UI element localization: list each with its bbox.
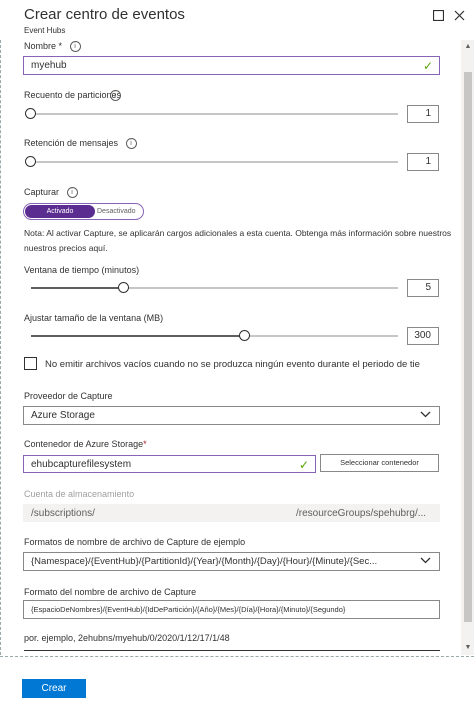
capture-note: Nota: Al activar Capture, se aplicarán c… xyxy=(24,228,452,253)
capture-toggle[interactable]: Activado Desactivado xyxy=(23,203,144,220)
provider-label: Proveedor de Capture xyxy=(24,391,113,401)
retention-value[interactable]: 1 xyxy=(407,153,439,171)
partitions-label: Recuento de particiones i xyxy=(24,90,122,102)
size-window-slider-fill xyxy=(31,335,244,337)
name-label: Nombre * i xyxy=(24,41,81,53)
format-input[interactable]: {EspacioDeNombres}/{EventHub}/{IdDeParti… xyxy=(23,600,440,619)
blade-header: Crear centro de eventos Event Hubs xyxy=(0,0,474,40)
chevron-down-icon xyxy=(420,556,431,567)
capture-off-option[interactable]: Desactivado xyxy=(97,205,143,218)
check-icon: ✓ xyxy=(422,59,433,73)
storage-account-field: /subscriptions/ /resourceGroups/spehubrg… xyxy=(23,504,440,522)
provider-select[interactable]: Azure Storage xyxy=(23,406,440,425)
time-window-slider-fill xyxy=(31,287,123,289)
format-example: por. ejemplo, 2ehubns/myehub/0/2020/1/12… xyxy=(24,633,230,643)
scrollbar-thumb[interactable] xyxy=(464,72,472,622)
size-window-slider-thumb[interactable] xyxy=(238,330,250,341)
format-label: Formato del nombre de archivo de Capture xyxy=(24,587,197,597)
chevron-down-icon xyxy=(420,410,431,421)
example-underline xyxy=(24,650,440,651)
capture-on-option[interactable]: Activado xyxy=(25,205,95,218)
info-icon[interactable]: i xyxy=(69,41,81,53)
container-input[interactable]: ehubcapturefilesystem ✓ xyxy=(23,455,316,473)
time-window-slider-thumb[interactable] xyxy=(117,282,129,293)
time-window-value[interactable]: 5 xyxy=(407,279,439,297)
select-container-button[interactable]: Seleccionar contenedor xyxy=(320,454,439,472)
maximize-icon[interactable] xyxy=(431,8,445,22)
time-window-label: Ventana de tiempo (minutos) xyxy=(24,265,140,275)
retention-slider-thumb[interactable] xyxy=(25,156,36,167)
size-window-label: Ajustar tamaño de la ventana (MB) xyxy=(24,313,164,323)
retention-label: Retención de mensajes i xyxy=(24,138,137,150)
retention-slider-track[interactable] xyxy=(31,161,398,163)
format-sample-label: Formatos de nombre de archivo de Capture… xyxy=(24,537,246,547)
capture-label: Capturar i xyxy=(24,187,78,199)
empty-files-label: No emitir archivos vacíos cuando no se p… xyxy=(45,359,420,370)
check-icon: ✓ xyxy=(298,458,309,472)
page-title: Crear centro de eventos xyxy=(24,6,185,23)
size-window-value[interactable]: 300 xyxy=(407,327,439,345)
name-input[interactable]: myehub ✓ xyxy=(23,56,440,75)
info-icon[interactable]: i xyxy=(66,187,78,199)
info-icon[interactable]: i xyxy=(109,90,121,102)
empty-files-checkbox[interactable] xyxy=(24,357,37,370)
page-subtitle: Event Hubs xyxy=(24,26,66,35)
partitions-slider-track[interactable] xyxy=(31,113,398,115)
close-icon[interactable] xyxy=(452,8,466,22)
scroll-up-icon[interactable]: ▲ xyxy=(463,42,473,52)
partitions-slider-thumb[interactable] xyxy=(25,108,36,119)
focus-outline xyxy=(0,40,1,655)
info-icon[interactable]: i xyxy=(125,138,137,150)
footer-divider xyxy=(0,656,474,657)
storage-account-label: Cuenta de almacenamiento xyxy=(24,489,135,499)
partitions-value[interactable]: 1 xyxy=(407,105,439,123)
container-label: Contenedor de Azure Storage* xyxy=(24,439,147,449)
create-button[interactable]: Crear xyxy=(22,679,86,698)
format-sample-select[interactable]: {Namespace}/{EventHub}/{PartitionId}/{Ye… xyxy=(23,552,440,571)
scroll-down-icon[interactable]: ▼ xyxy=(463,643,473,653)
